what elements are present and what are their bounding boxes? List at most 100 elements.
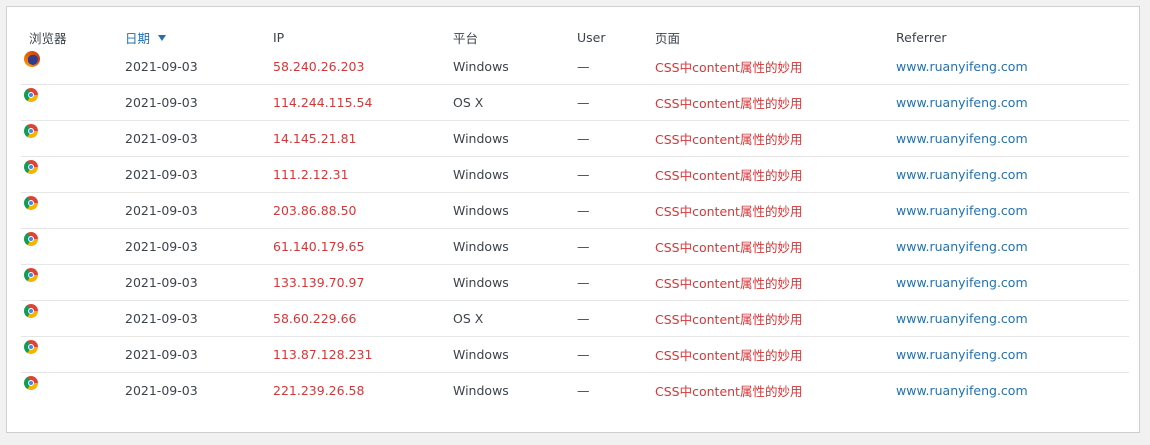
table-row: 2021-09-03 203.86.88.50 Windows — CSS中conten… bbox=[21, 192, 1129, 229]
cell-ip[interactable]: 58.240.26.203 bbox=[265, 49, 445, 85]
cell-browser bbox=[21, 228, 117, 265]
column-header-date[interactable]: 日期 bbox=[117, 25, 265, 49]
header-label: 平台 bbox=[453, 30, 479, 46]
cell-user: — bbox=[569, 264, 647, 301]
cell-platform: Windows bbox=[445, 49, 569, 85]
cell-ip[interactable]: 113.87.128.231 bbox=[265, 336, 445, 373]
chrome-icon bbox=[24, 124, 38, 138]
cell-ip[interactable]: 114.244.115.54 bbox=[265, 84, 445, 121]
cell-referrer-link[interactable]: www.ruanyifeng.com bbox=[888, 49, 1129, 85]
table-row: 2021-09-03 114.244.115.54 OS X — CSS中content… bbox=[21, 84, 1129, 121]
table-row: 2021-09-03 58.240.26.203 Windows — CSS中conte… bbox=[21, 49, 1129, 85]
cell-ip[interactable]: 221.239.26.58 bbox=[265, 373, 445, 409]
cell-referrer-link[interactable]: www.ruanyifeng.com bbox=[888, 156, 1129, 193]
cell-ip[interactable]: 203.86.88.50 bbox=[265, 192, 445, 229]
cell-platform: Windows bbox=[453, 383, 509, 398]
column-header-referrer: Referrer bbox=[888, 25, 1129, 49]
cell-ip[interactable]: 133.139.70.97 bbox=[265, 264, 445, 301]
table-header-row: 浏览器 日期 IP 平台 User 页面 Referrer bbox=[21, 25, 1129, 49]
chrome-icon bbox=[24, 268, 38, 282]
header-label: 浏览器 bbox=[29, 30, 67, 46]
cell-ip[interactable]: 61.140.179.65 bbox=[265, 228, 445, 265]
header-label[interactable]: 日期 bbox=[125, 31, 150, 46]
cell-platform: Windows bbox=[445, 156, 569, 193]
chrome-icon bbox=[24, 340, 38, 354]
header-label: 页面 bbox=[655, 30, 681, 46]
column-header-browser: 浏览器 bbox=[21, 25, 117, 49]
cell-page-link[interactable]: CSS中content属性的妙用 bbox=[647, 192, 888, 229]
cell-platform: OS X bbox=[445, 300, 569, 337]
cell-date: 2021-09-03 bbox=[117, 192, 265, 229]
cell-page-link[interactable]: CSS中content属性的妙用 bbox=[647, 156, 888, 193]
cell-date: 2021-09-03 bbox=[125, 383, 198, 398]
cell-page-link[interactable]: CSS中content属性的妙用 bbox=[647, 300, 888, 337]
cell-referrer-link[interactable]: www.ruanyifeng.com bbox=[888, 228, 1129, 265]
cell-browser bbox=[21, 264, 117, 301]
visits-panel: 浏览器 日期 IP 平台 User 页面 Referrer 2021-09-03… bbox=[6, 6, 1140, 433]
cell-ip[interactable]: 58.60.229.66 bbox=[265, 300, 445, 337]
cell-referrer-link[interactable]: www.ruanyifeng.com bbox=[888, 192, 1129, 229]
sort-descending-icon[interactable] bbox=[158, 35, 167, 41]
column-header-platform: 平台 bbox=[445, 25, 569, 49]
cell-user: — bbox=[569, 84, 647, 121]
cell-browser bbox=[21, 300, 117, 337]
chrome-icon bbox=[24, 160, 38, 174]
table-row: 2021-09-03 133.139.70.97 Windows — CSS中conte… bbox=[21, 264, 1129, 301]
cell-user: — bbox=[577, 383, 590, 398]
column-header-page: 页面 bbox=[647, 25, 888, 49]
table-row: 2021-09-03 58.60.229.66 OS X — CSS中content属性… bbox=[21, 300, 1129, 337]
cell-page-link[interactable]: CSS中content属性的妙用 bbox=[647, 120, 888, 157]
cell-platform: Windows bbox=[445, 192, 569, 229]
cell-browser bbox=[21, 84, 117, 121]
cell-user: — bbox=[569, 228, 647, 265]
cell-referrer-link[interactable]: www.ruanyifeng.com bbox=[888, 300, 1129, 337]
cell-platform: Windows bbox=[445, 336, 569, 373]
cell-date: 2021-09-03 bbox=[117, 120, 265, 157]
chrome-icon bbox=[24, 88, 38, 102]
table-row: 2021-09-03 61.140.179.65 Windows — CSS中conte… bbox=[21, 228, 1129, 265]
cell-date: 2021-09-03 bbox=[117, 84, 265, 121]
cell-page-link[interactable]: CSS中content属性的妙用 bbox=[647, 264, 888, 301]
visits-table: 浏览器 日期 IP 平台 User 页面 Referrer 2021-09-03… bbox=[21, 25, 1129, 408]
chrome-icon bbox=[24, 232, 38, 246]
column-header-user: User bbox=[569, 25, 647, 49]
cell-browser bbox=[21, 120, 117, 157]
cell-referrer-link[interactable]: www.ruanyifeng.com bbox=[888, 336, 1129, 373]
cell-page-link[interactable]: CSS中content属性的妙用 bbox=[647, 84, 888, 121]
cell-browser bbox=[21, 336, 117, 373]
column-header-ip: IP bbox=[265, 25, 445, 49]
cell-date: 2021-09-03 bbox=[117, 336, 265, 373]
cell-page-link[interactable]: CSS中content属性的妙用 bbox=[647, 228, 888, 265]
cell-referrer-link[interactable]: www.ruanyifeng.com bbox=[888, 373, 1129, 409]
table-row: 2021-09-03 113.87.128.231 Windows — CSS中cont… bbox=[21, 336, 1129, 373]
header-label: Referrer bbox=[896, 29, 947, 45]
cell-user: — bbox=[569, 192, 647, 229]
cell-platform: Windows bbox=[445, 120, 569, 157]
cell-referrer-link[interactable]: www.ruanyifeng.com bbox=[888, 120, 1129, 157]
firefox-icon bbox=[24, 51, 40, 67]
cell-date: 2021-09-03 bbox=[117, 264, 265, 301]
cell-ip[interactable]: 111.2.12.31 bbox=[265, 156, 445, 193]
cell-browser bbox=[21, 49, 117, 85]
cell-date: 2021-09-03 bbox=[117, 300, 265, 337]
cell-date: 2021-09-03 bbox=[117, 156, 265, 193]
cell-referrer-link[interactable]: www.ruanyifeng.com bbox=[888, 84, 1129, 121]
header-label: IP bbox=[273, 29, 285, 45]
cell-page-link[interactable]: CSS中content属性的妙用 bbox=[647, 336, 888, 373]
cell-browser bbox=[21, 373, 117, 409]
cell-date: 2021-09-03 bbox=[117, 228, 265, 265]
cell-user: — bbox=[569, 300, 647, 337]
table-row: 2021-09-03 111.2.12.31 Windows — CSS中content… bbox=[21, 156, 1129, 193]
cell-user: — bbox=[569, 49, 647, 85]
cell-browser bbox=[21, 192, 117, 229]
cell-date: 2021-09-03 bbox=[117, 49, 265, 85]
table-row: 2021-09-03 14.145.21.81 Windows — CSS中conten… bbox=[21, 120, 1129, 157]
cell-page-link[interactable]: CSS中content属性的妙用 bbox=[647, 49, 888, 85]
cell-platform: Windows bbox=[445, 264, 569, 301]
cell-user: — bbox=[569, 120, 647, 157]
cell-platform: OS X bbox=[445, 84, 569, 121]
cell-referrer-link[interactable]: www.ruanyifeng.com bbox=[888, 264, 1129, 301]
cell-ip[interactable]: 14.145.21.81 bbox=[265, 120, 445, 157]
header-label: User bbox=[577, 29, 606, 45]
cell-page-link[interactable]: CSS中content属性的妙用 bbox=[647, 373, 888, 409]
